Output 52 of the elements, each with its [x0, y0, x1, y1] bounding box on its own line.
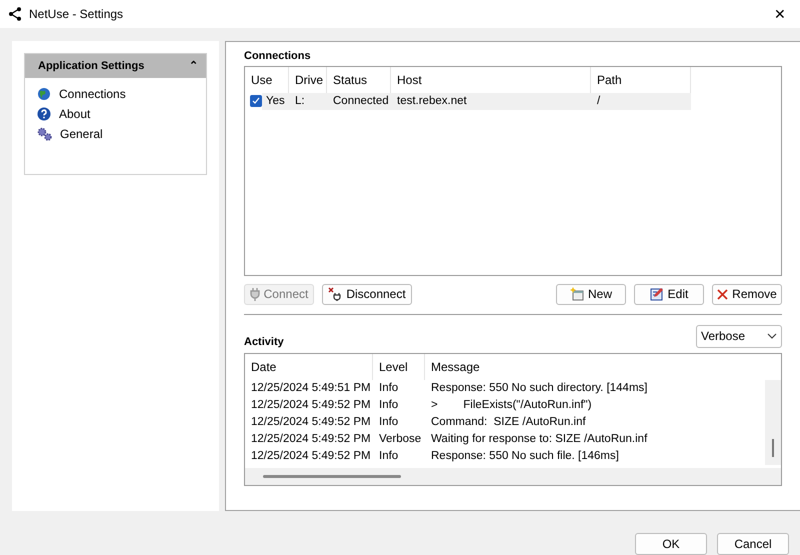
table-cell-text: Info — [378, 449, 400, 464]
new-button[interactable]: New — [556, 284, 626, 305]
window-title: NetUse - Settings — [29, 6, 124, 21]
table-cell-text: 12/25/2024 5:49:52 PM — [250, 449, 372, 464]
collapse-button[interactable]: ⌃ — [189, 59, 198, 72]
table-cell-text: Response: 550 No such file. [146ms] — [430, 449, 620, 464]
section-title: Connections — [244, 50, 312, 62]
table-cell-text: Info — [378, 398, 400, 414]
table-cell-text: 12/25/2024 5:49:51 PM — [250, 381, 372, 396]
cancel-button[interactable]: Cancel — [717, 533, 789, 555]
table-cell-text: Waiting for response to: SIZE /AutoRun.inf — [430, 432, 648, 448]
table-cell-text: 12/25/2024 5:49:52 PM — [250, 432, 372, 448]
sidebar-item[interactable]: About — [59, 106, 90, 121]
sidebar-title: Application Settings — [38, 60, 144, 72]
table-cell: L: — [289, 92, 327, 110]
sidebar-item[interactable]: General — [60, 126, 103, 141]
scrollbar-thumb[interactable] — [263, 474, 401, 478]
table-cell-text: Info — [378, 381, 400, 396]
globe-icon — [37, 86, 51, 101]
ok-button[interactable]: OK — [635, 533, 707, 555]
column-header[interactable]: Date — [245, 354, 373, 380]
share-icon — [8, 6, 22, 21]
table-cell-text: Info — [378, 415, 400, 430]
remove-icon — [717, 288, 728, 300]
level-dropdown[interactable]: Verbose — [696, 324, 782, 348]
scrollbar-thumb[interactable] — [772, 438, 774, 457]
new-item-icon — [570, 287, 584, 302]
table-cell: Yes — [262, 92, 289, 110]
table-cell-text: Command: SIZE /AutoRun.inf — [430, 415, 587, 430]
close-button[interactable]: ✕ — [768, 6, 792, 22]
remove-button[interactable]: Remove — [712, 284, 782, 305]
table-cell-text: Verbose — [378, 432, 422, 448]
help-icon — [37, 106, 51, 121]
table-cell-text: 12/25/2024 5:49:52 PM — [250, 398, 372, 414]
table-cell: Connected — [327, 92, 391, 110]
table-cell-text: 12/25/2024 5:49:52 PM — [250, 415, 372, 430]
disconnect-button[interactable]: Disconnect — [322, 284, 412, 305]
column-header[interactable]: Message — [425, 354, 755, 380]
table-cell-text: Response: 550 No such directory. [144ms] — [430, 381, 648, 396]
edit-icon — [650, 287, 664, 302]
table-cell: test.rebex.net — [391, 92, 591, 110]
table-cell: / — [591, 92, 691, 110]
sidebar-item[interactable]: Connections — [59, 86, 126, 101]
chevron-down-icon — [767, 333, 777, 340]
checkbox[interactable] — [250, 95, 262, 108]
edit-button[interactable]: Edit — [634, 284, 704, 305]
gears-icon — [37, 126, 52, 141]
section-title: Activity — [244, 336, 284, 348]
plug-icon — [250, 287, 260, 302]
column-header[interactable]: Level — [373, 354, 425, 380]
unplug-icon — [328, 287, 342, 302]
table-cell-text: > FileExists("/AutoRun.inf") — [430, 398, 593, 414]
